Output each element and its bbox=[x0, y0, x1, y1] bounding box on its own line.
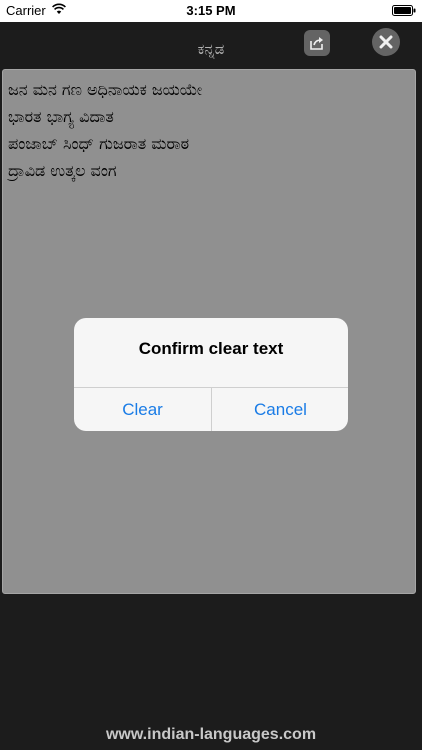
footer-url: www.indian-languages.com bbox=[105, 726, 317, 743]
cancel-button[interactable]: Cancel bbox=[212, 388, 348, 431]
clock-time: 3:15 PM bbox=[186, 3, 236, 18]
status-bar: Carrier 3:15 PM bbox=[0, 0, 422, 22]
clear-button[interactable]: Clear bbox=[74, 388, 211, 431]
confirm-dialog: Confirm clear text Clear Cancel bbox=[74, 318, 348, 431]
battery-icon bbox=[392, 5, 416, 16]
dialog-title: Confirm clear text bbox=[138, 339, 284, 358]
